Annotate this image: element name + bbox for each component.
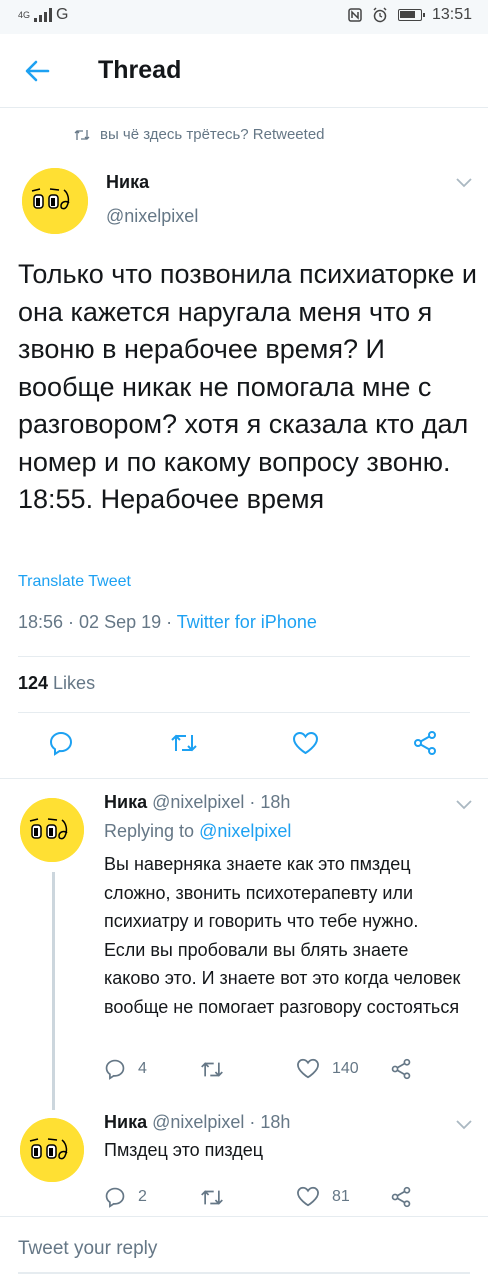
avatar-face-image bbox=[22, 168, 88, 234]
likes-count-link[interactable]: 124 Likes bbox=[18, 673, 95, 694]
reply-author-name: Ника bbox=[104, 1112, 148, 1132]
reply-count: 2 bbox=[138, 1188, 147, 1205]
reply-button[interactable]: 4 bbox=[104, 1058, 147, 1080]
chevron-down-icon[interactable] bbox=[456, 178, 472, 188]
page-title: Thread bbox=[98, 56, 182, 84]
tweet-source-link[interactable]: Twitter for iPhone bbox=[177, 612, 317, 632]
like-button[interactable]: 81 bbox=[296, 1186, 350, 1207]
reply-header[interactable]: Ника @nixelpixel · 18h bbox=[104, 1112, 290, 1133]
reply-handle-time: @nixelpixel · 18h bbox=[147, 1112, 291, 1132]
reply-actions: 4 140 bbox=[0, 1058, 488, 1084]
status-bar: 4G G 13:51 bbox=[0, 0, 488, 34]
heart-icon[interactable] bbox=[292, 731, 319, 755]
replying-to: Replying to @nixelpixel bbox=[104, 821, 291, 842]
chevron-down-icon[interactable] bbox=[456, 1120, 472, 1130]
retweet-button-icon[interactable] bbox=[200, 1188, 224, 1207]
like-count: 81 bbox=[332, 1187, 350, 1205]
share-icon[interactable] bbox=[412, 730, 438, 756]
reply-header[interactable]: Ника @nixelpixel · 18h bbox=[104, 792, 290, 813]
replying-to-label: Replying to bbox=[104, 821, 200, 841]
carrier-icon: G bbox=[56, 6, 69, 23]
reply-button[interactable]: 2 bbox=[104, 1186, 147, 1208]
translate-link[interactable]: Translate Tweet bbox=[18, 573, 131, 591]
divider bbox=[0, 778, 488, 779]
battery-icon bbox=[397, 9, 425, 21]
reply-author-name: Ника bbox=[104, 792, 148, 812]
share-icon[interactable] bbox=[390, 1058, 412, 1080]
alarm-icon bbox=[373, 7, 387, 23]
reply-icon[interactable] bbox=[48, 730, 74, 756]
author-name[interactable]: Ника bbox=[106, 172, 149, 193]
avatar[interactable] bbox=[22, 168, 88, 234]
app-bar: Thread bbox=[0, 34, 488, 108]
divider bbox=[18, 656, 470, 657]
nfc-icon bbox=[348, 8, 362, 22]
retweet-context-text: вы чё здесь трётесь? Retweeted bbox=[100, 126, 325, 143]
compose-underline bbox=[18, 1272, 470, 1274]
tweet-timestamp: 18:56 · 02 Sep 19 · bbox=[18, 612, 177, 632]
chevron-down-icon[interactable] bbox=[456, 800, 472, 810]
tweet-text: Только что позвонила психиаторке и она к… bbox=[18, 259, 477, 514]
retweet-context[interactable]: вы чё здесь трётесь? Retweeted bbox=[74, 126, 325, 143]
reply-text: Пмздец это пиздец bbox=[104, 1140, 264, 1160]
avatar[interactable] bbox=[20, 1118, 84, 1182]
divider bbox=[0, 1216, 488, 1217]
retweet-button-icon[interactable] bbox=[170, 732, 198, 754]
like-button[interactable]: 140 bbox=[296, 1058, 359, 1079]
arrow-left-icon[interactable] bbox=[22, 56, 52, 86]
avatar-face-image bbox=[20, 1118, 84, 1182]
reply-text: Вы наверняка знаете как это пмздец сложн… bbox=[104, 854, 461, 1017]
network-type: 4G bbox=[18, 9, 31, 20]
heart-icon bbox=[297, 1058, 319, 1079]
retweet-icon bbox=[74, 129, 90, 140]
retweet-button-icon[interactable] bbox=[200, 1060, 224, 1079]
reply-handle-time: @nixelpixel · 18h bbox=[147, 792, 291, 812]
avatar[interactable] bbox=[20, 798, 84, 862]
clock: 13:51 bbox=[431, 6, 472, 23]
reply-icon bbox=[105, 1187, 125, 1208]
status-left: 4G G bbox=[18, 6, 68, 24]
reply-count: 4 bbox=[138, 1060, 147, 1077]
avatar-face-image bbox=[20, 798, 84, 862]
like-count: 140 bbox=[332, 1059, 359, 1077]
status-right: 13:51 bbox=[348, 6, 472, 24]
author-handle[interactable]: @nixelpixel bbox=[106, 206, 198, 227]
divider bbox=[18, 712, 470, 713]
share-icon[interactable] bbox=[390, 1186, 412, 1208]
reply-compose-input[interactable]: Tweet your reply bbox=[18, 1238, 157, 1260]
heart-icon bbox=[297, 1186, 319, 1207]
replying-to-link[interactable]: @nixelpixel bbox=[199, 821, 291, 841]
tweet-meta: 18:56 · 02 Sep 19 · Twitter for iPhone bbox=[18, 612, 317, 633]
likes-count: 124 bbox=[18, 673, 49, 693]
likes-label: Likes bbox=[48, 673, 96, 693]
reply-actions: 2 81 bbox=[0, 1186, 488, 1212]
reply-icon bbox=[105, 1059, 125, 1080]
tweet-actions bbox=[0, 730, 488, 760]
signal-icon bbox=[34, 8, 53, 22]
